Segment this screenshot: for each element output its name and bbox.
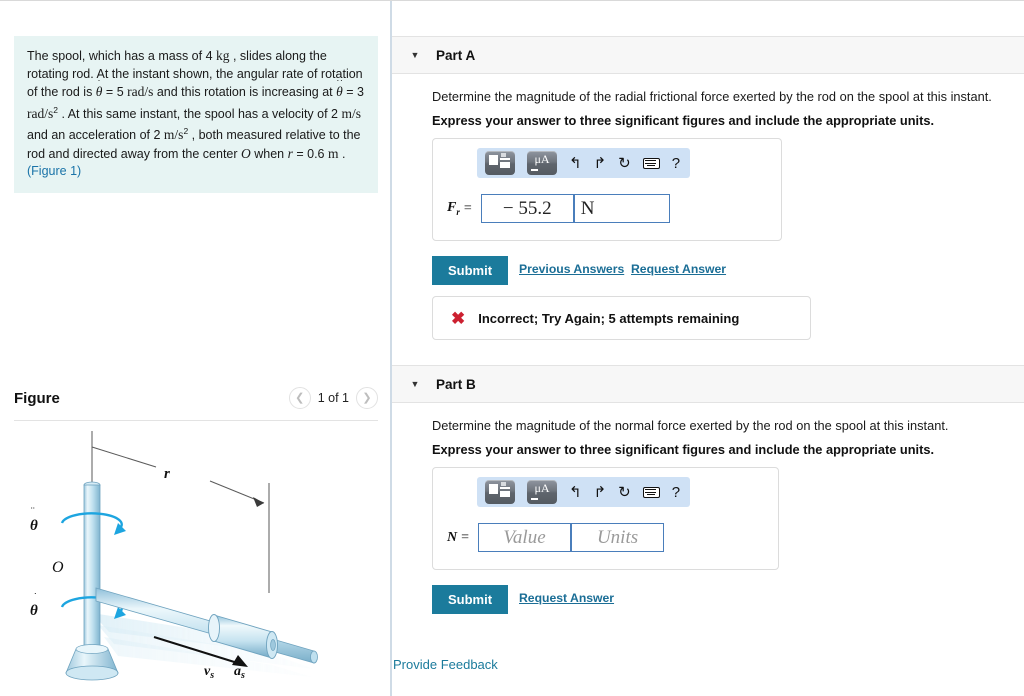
error-x-icon: ✖ [451,308,466,328]
keyboard-icon[interactable] [642,486,660,498]
chevron-left-icon: ❮ [295,391,305,404]
answer-pane: ▼ Part A Determine the magnitude of the … [392,1,1024,696]
provide-feedback-link[interactable]: Provide Feedback [393,657,498,672]
part-a-equals-sign: = [463,200,472,216]
figure-link[interactable]: (Figure 1) [27,164,81,178]
part-a-units-input[interactable]: N [573,194,670,223]
part-b-question: Determine the magnitude of the normal fo… [432,418,949,433]
figure-label-r: r [164,466,170,482]
undo-icon[interactable]: ↰ [569,156,582,171]
part-b-header[interactable]: ▼ Part B [392,365,1024,403]
accel-unit: m/s [163,127,184,143]
problem-statement: The spool, which has a mass of 4 kg , sl… [14,36,378,193]
figure-prev-button[interactable]: ❮ [288,387,311,409]
radius-value: 0.6 [307,146,325,161]
theta-dot-value: 5 [116,85,124,99]
part-a-feedback-banner: ✖ Incorrect; Try Again; 5 attempts remai… [432,296,811,340]
radius-symbol: r [287,145,293,161]
part-a-instruction: Express your answer to three significant… [432,113,935,128]
part-a-answer-box: μA ↰ ↱ ↻ ? Fr = − 55.2 N [432,138,782,241]
part-a-label: Part A [436,47,476,63]
part-a-answer-variable: Fr [447,200,460,217]
undo-icon[interactable]: ↰ [569,485,582,500]
figure-label-vs: vs [204,664,214,681]
part-a-question: Determine the magnitude of the radial fr… [432,89,992,104]
problem-pane: The spool, which has a mass of 4 kg , sl… [0,1,392,696]
figure-label-origin: O [52,559,64,576]
figure-pagination: ❮ 1 of 1 ❯ [288,387,378,409]
radius-dimension [91,431,270,593]
chevron-right-icon: ❯ [362,391,372,404]
theta-ddot-value: 3 [357,85,364,99]
mass-unit: kg [216,48,230,63]
figure-next-button[interactable]: ❯ [356,387,378,409]
part-b-label: Part B [436,376,476,392]
theta-dot-unit: rad/s [127,84,154,99]
figure-image: r θ ¨ θ ˙ O vs as [14,425,378,687]
velocity-value: 2 [331,106,338,121]
center-label: O [241,145,251,161]
part-b-answer-row: N = Value Units [447,523,665,552]
figure-title: Figure [14,390,60,407]
figure-header: Figure ❮ 1 of 1 ❯ [14,387,378,417]
svg-text:¨: ¨ [31,506,35,518]
page-layout: The spool, which has a mass of 4 kg , sl… [0,1,1024,696]
part-b-answer-box: μA ↰ ↱ ↻ ? N = Value Units [432,467,779,570]
math-template-icon[interactable] [485,480,515,504]
keyboard-icon[interactable] [642,157,660,169]
help-icon[interactable]: ? [672,156,680,171]
units-template-label: μA [534,481,550,495]
part-a-value-input[interactable]: − 55.2 [480,194,574,223]
caret-down-icon[interactable]: ▼ [402,379,428,389]
figure-divider [14,420,378,421]
figure-label-theta-ddot: θ [30,518,38,534]
reset-icon[interactable]: ↻ [618,156,631,171]
part-b-math-toolbar: μA ↰ ↱ ↻ ? [477,477,691,507]
figure-label-theta-dot: θ [30,603,38,619]
theta-ddot-symbol: .. θ [336,73,344,100]
part-a-previous-answers-link[interactable]: Previous Answers [519,262,624,276]
mass-value: 4 [205,49,213,63]
part-a-feedback-text: Incorrect; Try Again; 5 attempts remaini… [478,310,740,326]
spool-rod-diagram: r θ ¨ θ ˙ O vs as [30,431,318,681]
part-a-request-answer-link[interactable]: Request Answer [631,262,726,276]
svg-text:˙: ˙ [34,592,38,604]
vertical-rod [83,484,101,650]
part-b-request-answer-link[interactable]: Request Answer [519,591,614,605]
redo-icon[interactable]: ↱ [594,156,607,171]
units-template-label: μA [534,152,550,166]
help-icon[interactable]: ? [672,485,680,500]
part-b-units-input[interactable]: Units [571,523,665,552]
part-b-value-input[interactable]: Value [478,523,572,552]
math-template-icon[interactable] [485,151,515,175]
units-template-icon[interactable]: μA [527,480,557,504]
caret-down-icon[interactable]: ▼ [402,50,428,60]
part-a-header[interactable]: ▼ Part A [392,36,1024,74]
velocity-unit: m/s [341,105,361,121]
part-b-submit-button[interactable]: Submit [432,585,509,614]
part-a-math-toolbar: μA ↰ ↱ ↻ ? [477,148,691,178]
part-a-submit-button[interactable]: Submit [432,256,509,285]
figure-count-label: 1 of 1 [317,391,349,405]
part-a-answer-row: Fr = − 55.2 N [447,194,670,223]
units-template-icon[interactable]: μA [527,151,557,175]
theta-dot-symbol: .θ [95,73,103,100]
redo-icon[interactable]: ↱ [594,485,607,500]
part-b-instruction: Express your answer to three significant… [432,442,935,457]
part-b-equals-sign: = [461,529,470,545]
part-b-answer-variable: N [447,529,458,545]
radius-unit: m [328,145,339,161]
accel-value: 2 [153,128,161,143]
theta-ddot-unit: rad/s [27,105,54,121]
reset-icon[interactable]: ↻ [618,485,631,500]
